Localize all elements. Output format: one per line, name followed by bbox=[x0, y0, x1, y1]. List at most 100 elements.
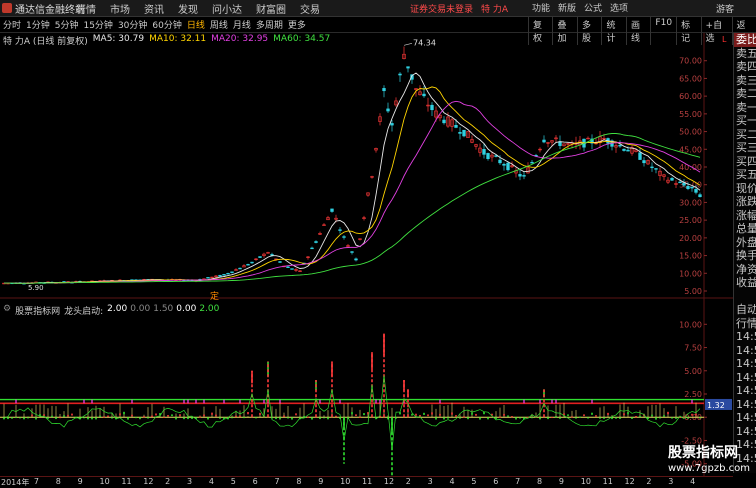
login-warning[interactable]: 证券交易未登录 特 力A bbox=[410, 2, 508, 15]
candle-body bbox=[626, 149, 630, 152]
candle-body bbox=[462, 129, 466, 137]
quote-panel-item-14: 总量 bbox=[736, 222, 756, 235]
candle-body bbox=[222, 274, 226, 276]
period-tab-5[interactable]: 60分钟 bbox=[152, 18, 181, 31]
date-tick-6: 12 bbox=[143, 477, 154, 486]
indicator-bar bbox=[123, 411, 125, 415]
period-tab-10[interactable]: 更多 bbox=[288, 18, 306, 31]
date-tick-19: 3 bbox=[427, 477, 433, 486]
indicator-bar bbox=[615, 417, 617, 419]
date-tick-12: 7 bbox=[274, 477, 280, 486]
period-tab-0[interactable]: 分时 bbox=[3, 18, 21, 31]
indicator-bar bbox=[439, 413, 441, 416]
indicator-bar bbox=[511, 416, 513, 418]
indicator-bar bbox=[171, 414, 173, 417]
quote-panel-item-21: 行情 bbox=[736, 316, 756, 330]
indicator-bar bbox=[323, 417, 325, 419]
sub-y-tick-label: 5.00 bbox=[684, 367, 702, 376]
indicator-bar bbox=[327, 417, 329, 420]
quote-panel-item-10: 买五 bbox=[736, 168, 756, 181]
indicator-bar bbox=[443, 417, 445, 420]
indicator-bar bbox=[95, 417, 97, 420]
candle-body bbox=[494, 155, 498, 157]
y-tick-label: 30.00 bbox=[679, 198, 702, 207]
indicator-name[interactable]: 股票指标网 bbox=[15, 304, 60, 317]
candle-body bbox=[290, 268, 294, 270]
indicator-value-1: 0.00 bbox=[130, 304, 151, 314]
indicator-bar bbox=[659, 417, 661, 419]
candle-body bbox=[498, 159, 502, 164]
menu-item-0[interactable]: 行情 bbox=[76, 1, 96, 16]
indicator-bar bbox=[551, 416, 553, 419]
period-tab-7[interactable]: 周线 bbox=[210, 18, 228, 31]
right-menu-item-2[interactable]: 公式 bbox=[584, 1, 602, 14]
y-tick-label: 60.00 bbox=[679, 92, 702, 101]
right-menu-item-1[interactable]: 新版 bbox=[558, 1, 576, 14]
indicator-bar bbox=[631, 417, 633, 419]
current-stock-name: 特 力A bbox=[481, 5, 509, 15]
app-logo-icon bbox=[2, 3, 12, 13]
period-tab-2[interactable]: 5分钟 bbox=[55, 18, 79, 31]
candle-body bbox=[206, 277, 210, 279]
period-toolbar: 分时 1分钟 5分钟 15分钟 30分钟 60分钟 日线 周线 月线 多周期 更多 复权 叠加 多股 统计… bbox=[0, 17, 756, 45]
candle-body bbox=[246, 264, 250, 266]
guest-label[interactable]: 游客 bbox=[716, 2, 734, 15]
right-menu-item-0[interactable]: 功能 bbox=[532, 1, 550, 14]
date-tick-1: 7 bbox=[33, 477, 39, 486]
indicator-bar bbox=[515, 417, 517, 420]
gear-icon[interactable]: ⚙ bbox=[3, 304, 11, 317]
candle-body bbox=[250, 261, 254, 264]
quote-panel-item-11: 现价 bbox=[736, 181, 756, 195]
candle-body bbox=[670, 178, 674, 181]
period-tab-6[interactable]: 日线 bbox=[187, 18, 205, 31]
indicator-bar bbox=[175, 417, 177, 420]
candle-body bbox=[258, 256, 262, 258]
indicator-bar bbox=[307, 416, 309, 418]
indicator-bar bbox=[415, 413, 417, 416]
period-tab-1[interactable]: 1分钟 bbox=[26, 18, 50, 31]
date-tick-20: 4 bbox=[449, 477, 455, 486]
candle-body bbox=[542, 139, 546, 143]
indicator-bar bbox=[87, 417, 89, 420]
indicator-bar bbox=[459, 417, 461, 419]
indicator-bar bbox=[211, 412, 213, 415]
period-tab-9[interactable]: 多周期 bbox=[256, 18, 283, 31]
indicator-bar bbox=[111, 417, 113, 419]
menu-item-3[interactable]: 发现 bbox=[178, 1, 198, 16]
low-price-label: 5.90 bbox=[28, 284, 44, 292]
menu-item-2[interactable]: 资讯 bbox=[144, 1, 164, 16]
date-tick-25: 9 bbox=[558, 477, 564, 486]
right-menu-item-3[interactable]: 选项 bbox=[610, 1, 628, 14]
indicator-bar bbox=[239, 415, 241, 418]
kline-chart-area[interactable]: 70.0065.0060.0055.0050.0045.0040.0035.00… bbox=[0, 33, 733, 476]
period-tab-4[interactable]: 30分钟 bbox=[118, 18, 147, 31]
candle-body bbox=[350, 251, 354, 253]
candle-body bbox=[650, 166, 654, 169]
period-tab-3[interactable]: 15分钟 bbox=[83, 18, 112, 31]
menu-item-6[interactable]: 交易 bbox=[300, 1, 320, 16]
ma-line-2 bbox=[4, 100, 701, 284]
indicator-series bbox=[3, 333, 701, 476]
date-tick-26: 10 bbox=[580, 477, 591, 486]
indicator-bar bbox=[587, 417, 589, 419]
date-tick-15: 10 bbox=[340, 477, 351, 486]
menu-item-5[interactable]: 财富圈 bbox=[256, 1, 286, 16]
candlesticks bbox=[2, 46, 702, 285]
candle-body bbox=[678, 181, 682, 184]
quote-panel-item-23: 14:5 bbox=[736, 343, 756, 357]
date-tick-3: 9 bbox=[77, 477, 83, 486]
indicator-bar bbox=[31, 414, 33, 417]
indicator-bar bbox=[591, 412, 593, 415]
candle-body bbox=[686, 186, 690, 189]
menu-item-4[interactable]: 问小达 bbox=[212, 1, 242, 16]
indicator-bar bbox=[367, 412, 369, 415]
indicator-bar bbox=[35, 417, 37, 420]
candle-body bbox=[354, 258, 358, 261]
indicator-bar bbox=[55, 417, 57, 420]
date-axis: 2014年 7 8 9 10 11 12 2 3 4 5 6 7 8 9 10 11 12 2 3 4 5 6 7 8 9 10 11… bbox=[0, 476, 733, 488]
period-tab-8[interactable]: 月线 bbox=[233, 18, 251, 31]
indicator-bar bbox=[583, 414, 585, 417]
quote-panel-item-12: 涨跌 bbox=[736, 195, 756, 208]
candle-body bbox=[226, 273, 230, 275]
menu-item-1[interactable]: 市场 bbox=[110, 1, 130, 16]
